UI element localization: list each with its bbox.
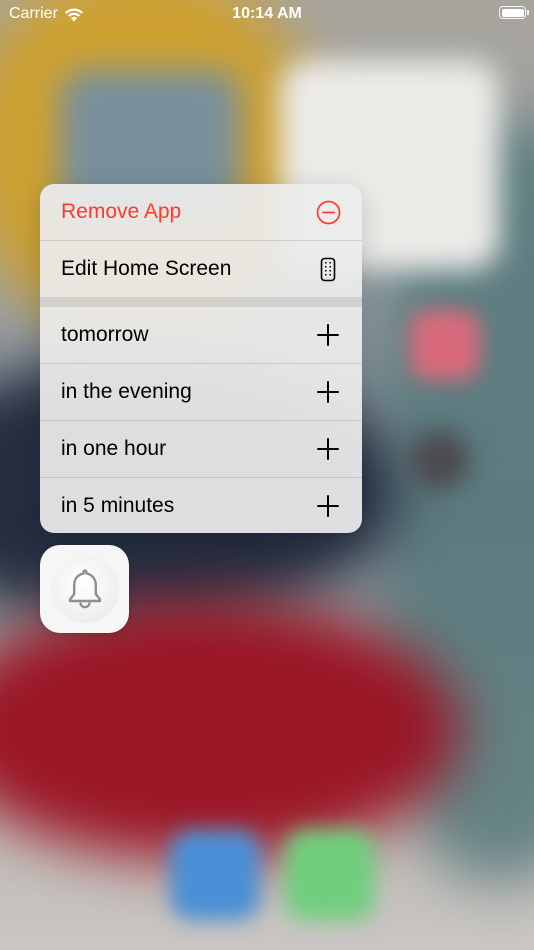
menu-section-separator (40, 297, 362, 307)
app-icon-face (50, 555, 119, 623)
blurred-app-icon (410, 430, 470, 490)
iphone-icon (315, 256, 341, 282)
blurred-app-icon (410, 310, 480, 380)
plus-icon (315, 493, 341, 519)
menu-item-label: Edit Home Screen (61, 257, 232, 280)
context-menu: Remove App Edit Home Screen tomorrow in … (40, 184, 362, 533)
status-time: 10:14 AM (232, 5, 302, 22)
minus-circle-icon (315, 199, 341, 225)
app-icon[interactable] (40, 545, 129, 633)
remove-app-menu-item[interactable]: Remove App (40, 184, 362, 241)
status-bar: Carrier 10:14 AM (0, 0, 534, 30)
battery-icon (499, 6, 529, 19)
remind-evening-menu-item[interactable]: in the evening (40, 364, 362, 421)
blurred-dock-icon (285, 830, 375, 920)
bell-icon (68, 569, 101, 609)
menu-item-label: tomorrow (61, 323, 149, 346)
menu-item-label: in 5 minutes (61, 494, 175, 517)
remind-one-hour-menu-item[interactable]: in one hour (40, 421, 362, 478)
remind-tomorrow-menu-item[interactable]: tomorrow (40, 307, 362, 364)
plus-icon (315, 436, 341, 462)
plus-icon (315, 379, 341, 405)
edit-home-screen-menu-item[interactable]: Edit Home Screen (40, 241, 362, 297)
plus-icon (315, 322, 341, 348)
battery-level (501, 8, 524, 17)
menu-item-label: in the evening (61, 380, 192, 403)
blurred-dock-icon (170, 830, 260, 920)
remind-five-minutes-menu-item[interactable]: in 5 minutes (40, 478, 362, 533)
menu-item-label: in one hour (61, 437, 167, 460)
menu-item-label: Remove App (61, 200, 182, 223)
